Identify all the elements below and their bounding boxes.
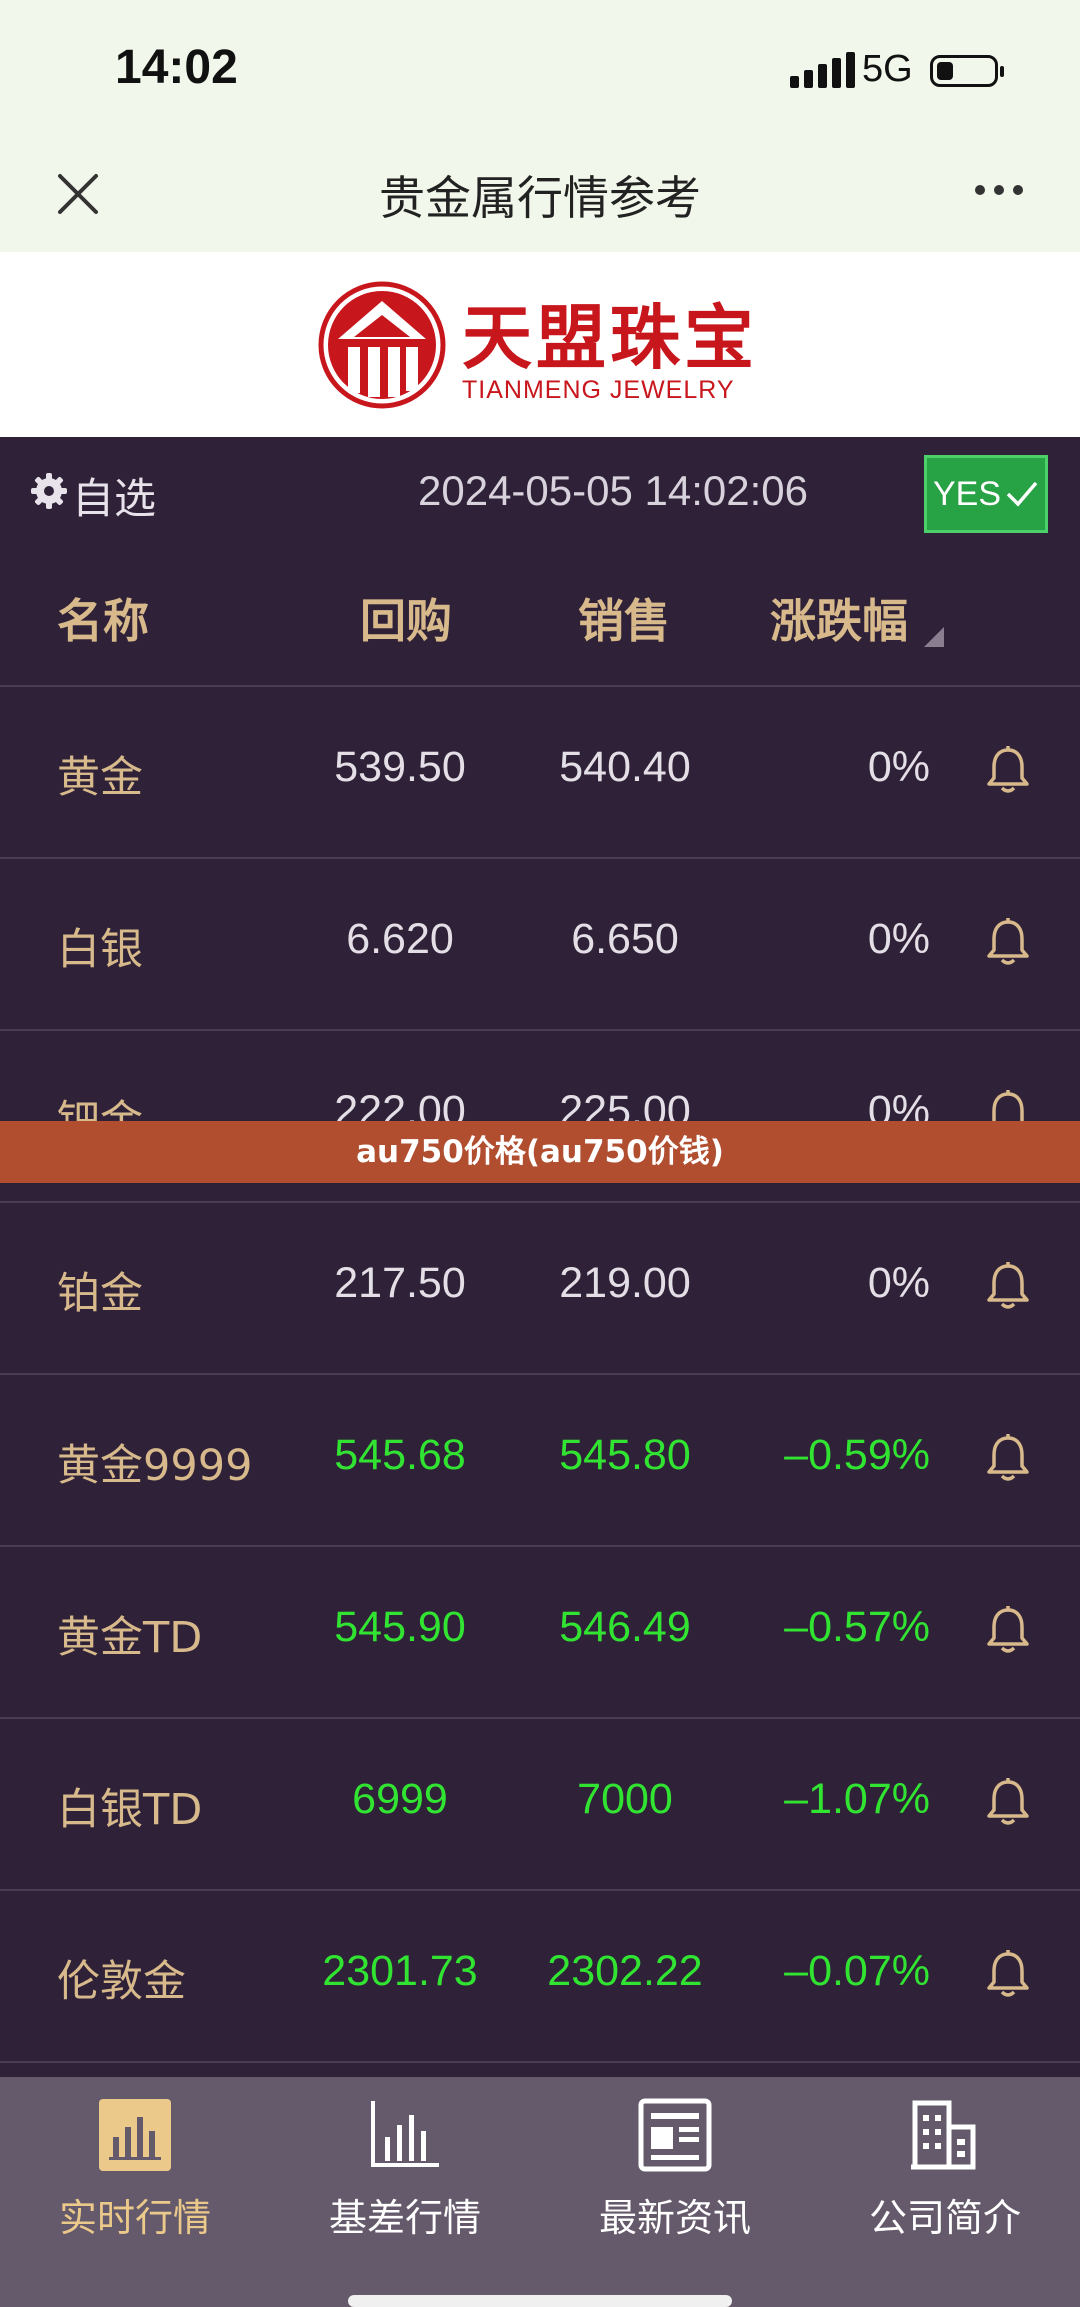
change-percent: 0% <box>867 743 930 791</box>
news-icon <box>638 2098 712 2172</box>
nav-bar: 贵金属行情参考 <box>0 140 1080 252</box>
page-title: 贵金属行情参考 <box>379 171 701 225</box>
table-row[interactable]: 伦敦金 2301.73 2302.22 –0.07% <box>0 1891 1080 2063</box>
change-percent: 0% <box>867 1259 930 1307</box>
tab-company-profile[interactable]: 公司简介 <box>810 2077 1080 2307</box>
metal-name: 白银 <box>57 925 143 975</box>
brand-logo-icon <box>318 281 446 409</box>
bell-icon[interactable] <box>985 1777 1031 1827</box>
title-banner: au750价格(au750价钱) <box>0 1121 1080 1183</box>
tab-realtime-quotes[interactable]: 实时行情 <box>0 2077 270 2307</box>
tab-label: 最新资讯 <box>598 2196 751 2240</box>
check-icon <box>1006 481 1038 507</box>
status-bar: 14:02 5G <box>0 0 1080 140</box>
sort-indicator-icon <box>924 627 944 647</box>
sell-price: 219.00 <box>559 1259 691 1307</box>
sell-price: 546.49 <box>559 1603 691 1651</box>
bell-icon[interactable] <box>985 917 1031 967</box>
header-sell: 销售 <box>578 594 670 648</box>
sell-price: 545.80 <box>559 1431 691 1479</box>
header-change[interactable]: 涨跌幅 <box>770 585 908 651</box>
header-name: 名称 <box>57 594 149 648</box>
sell-price: 6.650 <box>571 915 679 963</box>
network-type: 5G <box>862 48 913 90</box>
watchlist-label[interactable]: 自选 <box>72 465 156 526</box>
quote-toolbar: 自选 2024-05-05 14:02:06 YES <box>0 437 1080 547</box>
metal-name: 黄金 <box>57 753 143 803</box>
bar-chart-outline-icon <box>371 2101 439 2167</box>
brand-name-en: TIANMENG JEWELRY <box>462 376 735 404</box>
table-row[interactable]: 黄金TD 545.90 546.49 –0.57% <box>0 1547 1080 1719</box>
more-icon[interactable] <box>975 185 1023 195</box>
metal-name: 伦敦金 <box>57 1957 186 2007</box>
metal-name: 黄金9999 <box>57 1441 253 1491</box>
header-buy: 回购 <box>360 594 452 648</box>
table-row[interactable]: 黄金9999 545.68 545.80 –0.59% <box>0 1375 1080 1547</box>
table-row[interactable]: 白银TD 6999 7000 –1.07% <box>0 1719 1080 1891</box>
home-indicator <box>348 2295 732 2307</box>
change-percent: –0.07% <box>784 1947 930 1995</box>
table-header: 名称 回购 销售 涨跌幅 <box>0 547 1080 687</box>
sell-price: 7000 <box>577 1775 673 1823</box>
sell-price: 540.40 <box>559 743 691 791</box>
status-time: 14:02 <box>115 41 238 94</box>
change-percent: –0.59% <box>784 1431 930 1479</box>
bar-chart-filled-icon <box>99 2099 171 2171</box>
update-datetime: 2024-05-05 14:02:06 <box>418 467 808 514</box>
yes-button[interactable]: YES <box>924 455 1048 533</box>
change-percent: –1.07% <box>784 1775 930 1823</box>
change-percent: –0.57% <box>784 1603 930 1651</box>
tab-basis-quotes[interactable]: 基差行情 <box>270 2077 540 2307</box>
tab-label: 实时行情 <box>58 2196 211 2240</box>
yes-label: YES <box>932 474 1002 513</box>
signal-icon <box>790 52 855 88</box>
brand-header: 天盟珠宝 TIANMENG JEWELRY <box>0 252 1080 437</box>
table-row[interactable]: 白银 6.620 6.650 0% <box>0 859 1080 1031</box>
sell-price: 2302.22 <box>547 1947 703 1995</box>
table-row[interactable]: 铂金 217.50 219.00 0% <box>0 1203 1080 1375</box>
tab-label: 公司简介 <box>868 2196 1021 2240</box>
bell-icon[interactable] <box>985 1949 1031 1999</box>
brand-name-cn: 天盟珠宝 <box>462 297 758 379</box>
change-percent: 0% <box>867 915 930 963</box>
metal-name: 白银TD <box>57 1785 203 1835</box>
building-icon <box>911 2100 976 2170</box>
bottom-tab-bar: 实时行情 基差行情 最新资讯 公司简介 <box>0 2077 1080 2307</box>
tab-label: 基差行情 <box>328 2196 481 2240</box>
battery-icon <box>930 55 1004 87</box>
gear-icon[interactable] <box>30 472 68 510</box>
bell-icon[interactable] <box>985 1605 1031 1655</box>
bell-icon[interactable] <box>985 1433 1031 1483</box>
tab-latest-news[interactable]: 最新资讯 <box>540 2077 810 2307</box>
metal-name: 黄金TD <box>57 1613 203 1663</box>
table-row[interactable]: 黄金 539.50 540.40 0% <box>0 687 1080 859</box>
bell-icon[interactable] <box>985 1261 1031 1311</box>
bell-icon[interactable] <box>985 745 1031 795</box>
metal-name: 铂金 <box>57 1269 143 1319</box>
